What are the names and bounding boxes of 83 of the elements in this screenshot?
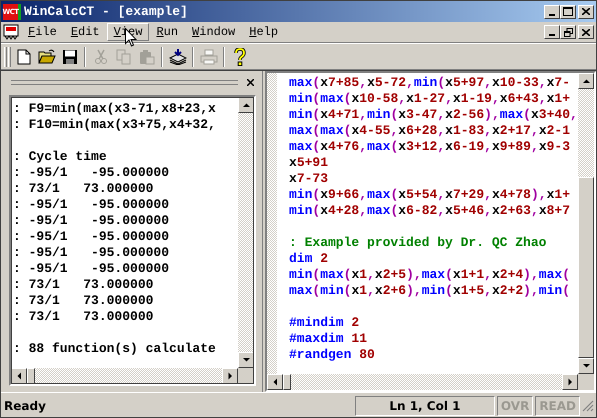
code-line: max(max(x4-55,x6+28,x1-83,x2+17,x2-1 (289, 123, 572, 139)
close-icon (582, 28, 590, 36)
minimize-button[interactable] (544, 25, 560, 39)
arrow-right-icon (226, 372, 234, 380)
question-mark-icon (234, 48, 246, 66)
scroll-left-button[interactable] (11, 368, 27, 384)
menu-item[interactable]: File (21, 23, 64, 41)
code-line: min(max(x10-58,x1-27,x1-19,x6+43,x1+ (289, 91, 572, 107)
stack-icon (168, 48, 186, 64)
output-line: : -95/1 -95.000000 (13, 245, 170, 261)
output-line: : -95/1 -95.000000 (13, 197, 170, 213)
scroll-thumb[interactable] (283, 374, 291, 390)
scroll-down-button[interactable] (578, 358, 594, 374)
menu-item[interactable]: Run (149, 23, 186, 41)
output-line: : -95/1 -95.000000 (13, 213, 170, 229)
code-line: max(x7+85,x5-72,min(x5+97,x10-33,x7- (289, 75, 572, 91)
document-icon (3, 24, 19, 40)
arrow-up-icon (582, 78, 590, 84)
restore-button[interactable] (560, 25, 576, 39)
menu-item[interactable]: Help (242, 23, 286, 41)
code-line: dim 2 (289, 251, 330, 267)
menu-item[interactable]: Window (185, 23, 242, 41)
resize-grip-icon (582, 400, 594, 412)
code-line: x7-73 (289, 171, 330, 187)
code-line: max(x4+76,max(x3+12,x6-19,x9+89,x9-3 (289, 139, 572, 155)
scroll-down-button[interactable] (238, 352, 254, 368)
scissors-icon (94, 48, 108, 64)
new-file-icon (16, 48, 30, 64)
arrow-down-icon (582, 363, 590, 369)
output-line: : 88 function(s) calculate (13, 341, 217, 357)
output-line: : F10=min(max(x3+75,x4+32, (13, 117, 217, 133)
arrow-right-icon (566, 378, 574, 386)
output-line: : 73/1 73.000000 (13, 277, 154, 293)
code-line: min(x9+66,max(x5+54,x7+29,x4+78),x1+ (289, 187, 572, 203)
close-button[interactable] (578, 25, 594, 39)
close-icon (246, 78, 254, 86)
arrow-left-icon (16, 372, 22, 380)
close-button[interactable] (578, 4, 594, 18)
minimize-button[interactable] (544, 4, 560, 18)
code-line: min(max(x1,x2+5),max(x1+1,x2+4),max( (289, 267, 571, 283)
cursor-position: Ln 1, Col 1 (354, 396, 495, 416)
code-line: #mindim 2 (289, 315, 360, 331)
output-line: : -95/1 -95.000000 (13, 229, 170, 245)
output-line: : 73/1 73.000000 (13, 309, 154, 325)
arrow-down-icon (242, 357, 250, 363)
close-pane-button[interactable] (244, 76, 256, 88)
scroll-up-button[interactable] (238, 97, 254, 113)
close-icon (582, 8, 590, 15)
status-message: Ready (4, 399, 47, 413)
scroll-up-button[interactable] (578, 73, 594, 89)
scroll-right-button[interactable] (562, 374, 578, 390)
scroll-right-button[interactable] (222, 368, 238, 384)
minimize-icon (549, 34, 555, 36)
arrow-left-icon (272, 378, 278, 386)
scroll-thumb[interactable] (27, 368, 35, 384)
code-line: #maxdim 11 (289, 331, 368, 347)
mode-indicator: READ (535, 396, 580, 416)
clipboard-icon (138, 48, 154, 64)
scroll-left-button[interactable] (267, 374, 283, 390)
menu-item[interactable]: Edit (64, 23, 107, 41)
code-line: x5+91 (289, 155, 330, 171)
code-line: max(min(x1,x2+6),min(x1+5,x2+2),min( (289, 283, 571, 299)
comment-line: : Example provided by Dr. QC Zhao (289, 235, 548, 251)
copy-icon (116, 48, 132, 64)
code-line: min(x4+71,min(x3-47,x2-56),max(x3+40, (289, 107, 578, 123)
maximize-button[interactable] (560, 4, 576, 18)
maximize-icon (563, 7, 573, 16)
code-line: #randgen 80 (289, 347, 376, 363)
scroll-thumb[interactable] (578, 177, 594, 358)
printer-icon (200, 48, 218, 64)
mode-indicator: OVR (496, 396, 534, 416)
restore-icon (564, 28, 572, 36)
minimize-icon (549, 14, 555, 16)
output-line: : 73/1 73.000000 (13, 293, 154, 309)
output-line: : F9=min(max(x3-71,x8+23,x (13, 101, 217, 117)
window-title: WinCalcCT - [example] (24, 4, 189, 19)
arrow-up-icon (242, 102, 250, 108)
output-line: : 73/1 73.000000 (13, 181, 154, 197)
output-line: : -95/1 -95.000000 (13, 165, 170, 181)
output-line: : Cycle time (13, 149, 108, 165)
output-line: : -95/1 -95.000000 (13, 261, 170, 277)
folder-icon (38, 49, 56, 64)
code-line: min(x4+28,max(x6-82,x5+46,x2+63,x8+7 (289, 203, 572, 219)
